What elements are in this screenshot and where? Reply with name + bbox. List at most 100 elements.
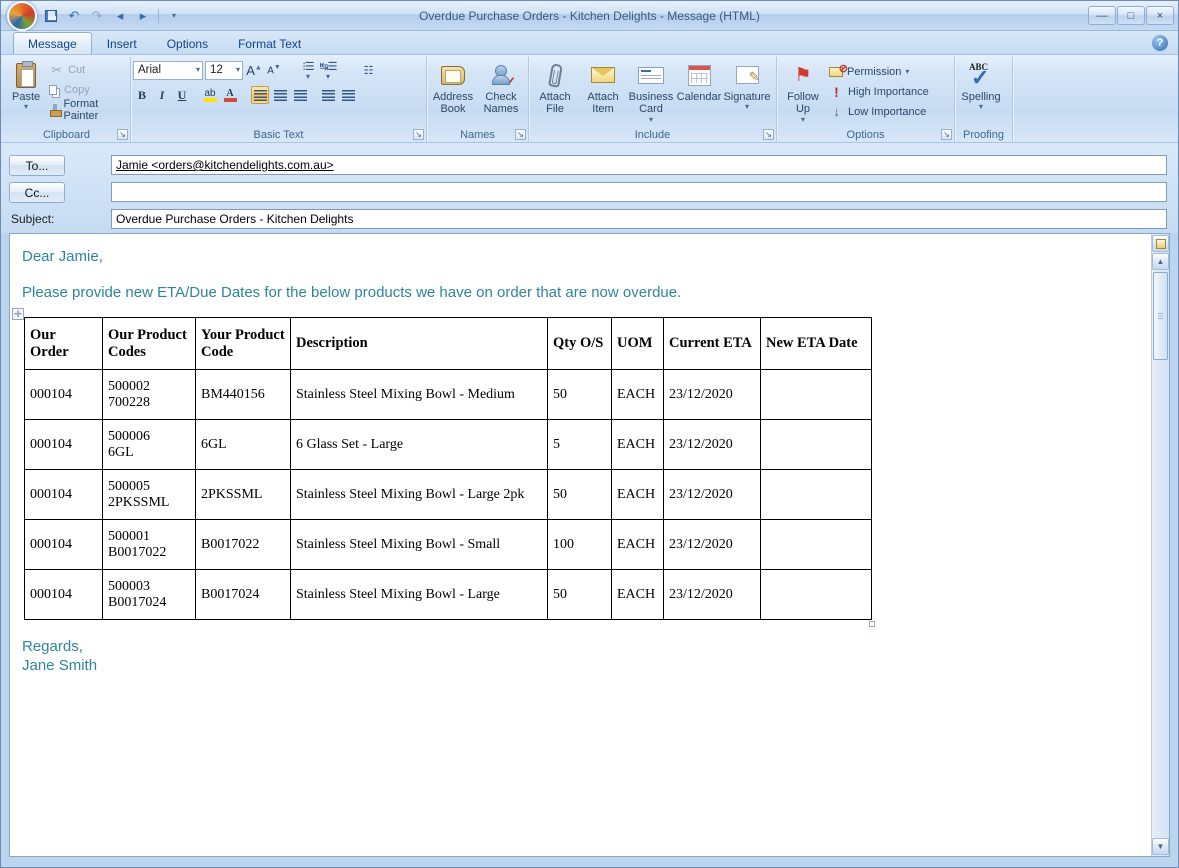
tab-format-text[interactable]: Format Text: [223, 32, 316, 54]
signature-button[interactable]: Signature ▾: [723, 59, 771, 127]
table-cell[interactable]: 000104: [25, 470, 103, 520]
cut-button[interactable]: ✂ Cut: [47, 61, 128, 78]
table-cell[interactable]: EACH: [612, 470, 664, 520]
multilevel-list-button[interactable]: ☷: [359, 61, 377, 79]
table-cell[interactable]: EACH: [612, 570, 664, 620]
align-left-button[interactable]: [251, 86, 269, 104]
table-cell[interactable]: 100: [548, 520, 612, 570]
underline-button[interactable]: U: [173, 86, 191, 104]
cc-button[interactable]: Cc...: [9, 182, 65, 203]
office-button[interactable]: [7, 1, 37, 31]
maximize-button[interactable]: □: [1117, 6, 1145, 25]
to-button[interactable]: To...: [9, 155, 65, 176]
copy-button[interactable]: Copy: [47, 81, 128, 98]
intro-text[interactable]: Please provide new ETA/Due Dates for the…: [22, 284, 1145, 301]
table-cell[interactable]: [761, 570, 872, 620]
table-cell[interactable]: 23/12/2020: [664, 470, 761, 520]
table-cell[interactable]: B0017022: [196, 520, 291, 570]
to-field[interactable]: Jamie <orders@kitchendelights.com.au>: [111, 155, 1167, 175]
close-button[interactable]: ×: [1146, 6, 1174, 25]
numbering-button[interactable]: ↹☰▾: [319, 61, 337, 79]
bold-button[interactable]: B: [133, 86, 151, 104]
table-cell[interactable]: 000104: [25, 420, 103, 470]
follow-up-button[interactable]: ⚑ Follow Up ▾: [779, 59, 827, 127]
tab-options[interactable]: Options: [152, 32, 223, 54]
table-cell[interactable]: 000104: [25, 370, 103, 420]
include-dialog-launcher[interactable]: ↘: [763, 129, 774, 140]
font-name-combo[interactable]: Arial ▾: [133, 61, 203, 80]
low-importance-button[interactable]: ↓ Low Importance: [827, 103, 931, 120]
table-cell[interactable]: BM440156: [196, 370, 291, 420]
permission-button[interactable]: Permission ▾: [827, 63, 931, 80]
table-cell[interactable]: [761, 520, 872, 570]
tab-insert[interactable]: Insert: [92, 32, 152, 54]
shrink-font-button[interactable]: A▼: [265, 61, 283, 79]
subject-field[interactable]: Overdue Purchase Orders - Kitchen Deligh…: [111, 209, 1167, 229]
increase-indent-button[interactable]: [339, 86, 357, 104]
attach-file-button[interactable]: Attach File: [531, 59, 579, 127]
table-cell[interactable]: 23/12/2020: [664, 420, 761, 470]
attach-item-button[interactable]: Attach Item: [579, 59, 627, 127]
table-cell[interactable]: 6GL: [196, 420, 291, 470]
closing-text[interactable]: Regards, Jane Smith: [22, 638, 1145, 676]
table-cell[interactable]: Stainless Steel Mixing Bowl - Small: [291, 520, 548, 570]
font-color-button[interactable]: A: [221, 86, 239, 104]
scroll-up-button[interactable]: ▲: [1152, 253, 1169, 270]
table-move-handle-icon[interactable]: ✛: [12, 308, 24, 320]
table-cell[interactable]: 2PKSSML: [196, 470, 291, 520]
table-cell[interactable]: B0017024: [196, 570, 291, 620]
table-cell[interactable]: EACH: [612, 370, 664, 420]
decrease-indent-button[interactable]: [319, 86, 337, 104]
greeting-text[interactable]: Dear Jamie,: [22, 248, 1145, 265]
business-card-button[interactable]: Business Card ▾: [627, 59, 675, 127]
save-button[interactable]: [41, 6, 61, 26]
clipboard-dialog-launcher[interactable]: ↘: [117, 129, 128, 140]
calendar-button[interactable]: Calendar: [675, 59, 723, 127]
address-book-button[interactable]: Address Book: [429, 59, 477, 127]
table-cell[interactable]: EACH: [612, 520, 664, 570]
align-center-button[interactable]: [271, 86, 289, 104]
table-cell[interactable]: [761, 370, 872, 420]
font-size-combo[interactable]: 12 ▾: [205, 61, 243, 80]
table-resize-handle[interactable]: [869, 621, 875, 627]
ruler-toggle-button[interactable]: [1152, 235, 1169, 252]
table-cell[interactable]: 000104: [25, 570, 103, 620]
scroll-down-button[interactable]: ▼: [1152, 838, 1169, 855]
help-button[interactable]: ?: [1152, 35, 1168, 51]
table-cell[interactable]: 23/12/2020: [664, 370, 761, 420]
table-cell[interactable]: 500003 B0017024: [103, 570, 196, 620]
names-dialog-launcher[interactable]: ↘: [515, 129, 526, 140]
table-cell[interactable]: 23/12/2020: [664, 520, 761, 570]
bullets-button[interactable]: ⁝☰▾: [299, 61, 317, 79]
scrollbar-thumb[interactable]: [1153, 272, 1168, 360]
table-cell[interactable]: 500002 700228: [103, 370, 196, 420]
previous-item-button[interactable]: ◂: [110, 6, 130, 26]
table-cell[interactable]: 5: [548, 420, 612, 470]
text-highlight-button[interactable]: ab: [201, 86, 219, 104]
next-item-button[interactable]: ▸: [133, 6, 153, 26]
table-cell[interactable]: [761, 420, 872, 470]
table-cell[interactable]: 23/12/2020: [664, 570, 761, 620]
table-cell[interactable]: EACH: [612, 420, 664, 470]
table-cell[interactable]: Stainless Steel Mixing Bowl - Large 2pk: [291, 470, 548, 520]
paste-button[interactable]: Paste ▾: [5, 59, 47, 127]
minimize-button[interactable]: —: [1088, 6, 1116, 25]
table-cell[interactable]: 500006 6GL: [103, 420, 196, 470]
table-cell[interactable]: 50: [548, 570, 612, 620]
redo-button[interactable]: ↷: [87, 6, 107, 26]
table-cell[interactable]: 500005 2PKSSML: [103, 470, 196, 520]
table-cell[interactable]: 50: [548, 470, 612, 520]
high-importance-button[interactable]: ! High Importance: [827, 83, 931, 100]
vertical-scrollbar[interactable]: ▲ ▼: [1151, 234, 1169, 856]
table-cell[interactable]: 6 Glass Set - Large: [291, 420, 548, 470]
table-cell[interactable]: 50: [548, 370, 612, 420]
spelling-button[interactable]: ABC✓ Spelling ▾: [957, 59, 1005, 127]
align-right-button[interactable]: [291, 86, 309, 104]
basic-text-dialog-launcher[interactable]: ↘: [413, 129, 424, 140]
table-cell[interactable]: Stainless Steel Mixing Bowl - Large: [291, 570, 548, 620]
check-names-button[interactable]: ✓ Check Names: [477, 59, 525, 127]
table-cell[interactable]: Stainless Steel Mixing Bowl - Medium: [291, 370, 548, 420]
format-painter-button[interactable]: Format Painter: [47, 101, 128, 118]
table-cell[interactable]: [761, 470, 872, 520]
tab-message[interactable]: Message: [13, 32, 92, 54]
